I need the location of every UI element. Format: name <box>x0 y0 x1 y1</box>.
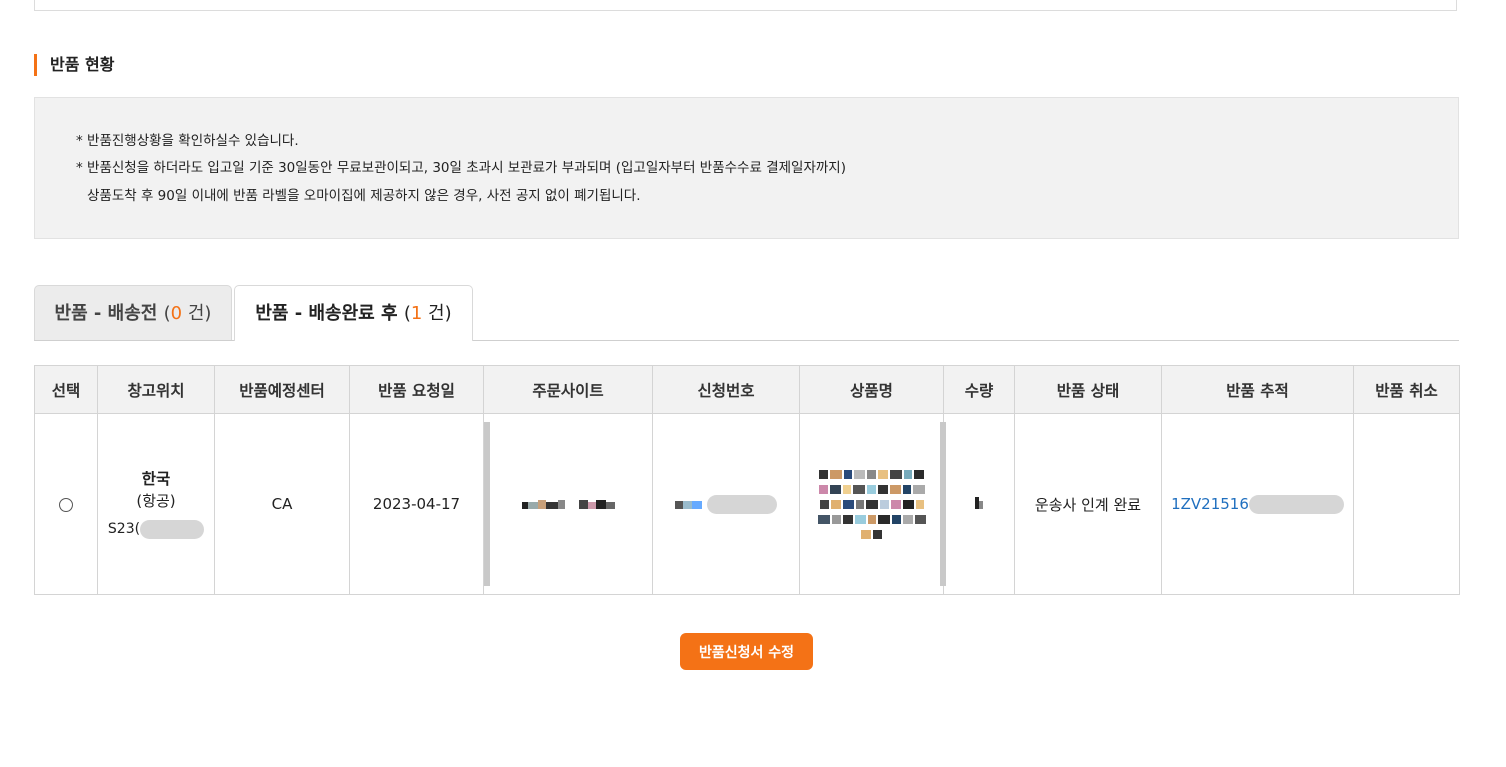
warehouse-country: 한국 <box>141 470 171 488</box>
cell-request-date: 2023-04-17 <box>349 413 484 595</box>
top-panel-edge <box>34 0 1457 11</box>
cell-order-site <box>483 413 653 595</box>
header-return-cancel: 반품 취소 <box>1353 365 1460 414</box>
cell-warehouse: 한국 (항공) S23( <box>97 413 215 595</box>
scroll-edge-bar <box>484 422 490 586</box>
cell-product-name <box>799 413 946 595</box>
header-return-center: 반품예정센터 <box>214 365 350 414</box>
returns-table: 선택 창고위치 반품예정센터 반품 요청일 주문사이트 신청번호 상품명 수량 … <box>34 365 1460 595</box>
header-application-number: 신청번호 <box>652 365 800 414</box>
header-return-tracking: 반품 추적 <box>1161 365 1354 414</box>
cell-return-tracking: 1ZV21516 <box>1161 413 1354 595</box>
return-tabs: 반품 - 배송전 (0 건) 반품 - 배송완료 후 (1 건) <box>34 285 1459 341</box>
warehouse-transport: (항공) <box>136 492 176 510</box>
pixelated-quantity <box>975 495 983 513</box>
header-return-status: 반품 상태 <box>1014 365 1162 414</box>
cell-application-number <box>652 413 800 595</box>
redacted-blur <box>140 519 205 539</box>
header-order-site: 주문사이트 <box>483 365 653 414</box>
pixelated-order-site <box>521 495 615 513</box>
tab-after-delivery[interactable]: 반품 - 배송완료 후 (1 건) <box>234 285 473 341</box>
tab-after-delivery-count: 1 <box>410 303 423 324</box>
cell-center: CA <box>214 413 350 595</box>
cell-return-cancel <box>1353 413 1460 595</box>
table-row: 한국 (항공) S23( CA 2023-04-17 운송사 인계 완료 1ZV… <box>34 413 1460 595</box>
tab-before-shipping-unit: 건) <box>187 303 212 324</box>
cell-return-status: 운송사 인계 완료 <box>1014 413 1162 595</box>
tab-after-delivery-label: 반품 - 배송완료 후 <box>255 303 398 324</box>
header-warehouse: 창고위치 <box>97 365 215 414</box>
tab-before-shipping-count: 0 <box>170 303 183 324</box>
notice-line-2: * 반품신청을 하더라도 입고일 기준 30일동안 무료보관이되고, 30일 초… <box>76 160 846 176</box>
header-quantity: 수량 <box>943 365 1015 414</box>
notice-line-3: 상품도착 후 90일 이내에 반품 라벨을 오마이집에 제공하지 않은 경우, … <box>87 188 641 204</box>
header-product-name: 상품명 <box>799 365 944 414</box>
cell-select <box>34 413 98 595</box>
row-select-radio[interactable] <box>59 497 73 512</box>
section-title: 반품 현황 <box>34 54 114 76</box>
tracking-number: 1ZV21516 <box>1171 495 1249 513</box>
warehouse-code-text: S23( <box>107 521 141 537</box>
notice-box: * 반품진행상황을 확인하실수 있습니다. * 반품신청을 하더라도 입고일 기… <box>34 97 1459 239</box>
tab-after-delivery-paren: ( <box>403 303 411 324</box>
table-header-row: 선택 창고위치 반품예정센터 반품 요청일 주문사이트 신청번호 상품명 수량 … <box>34 365 1460 414</box>
modify-return-form-button[interactable]: 반품신청서 수정 <box>680 633 813 670</box>
redacted-blur <box>1248 494 1344 514</box>
notice-line-1: * 반품진행상황을 확인하실수 있습니다. <box>76 133 299 149</box>
tracking-link[interactable]: 1ZV21516 <box>1171 494 1344 514</box>
tab-before-shipping[interactable]: 반품 - 배송전 (0 건) <box>34 285 232 340</box>
tab-before-shipping-count-wrap: (0 건) <box>164 303 212 324</box>
tab-after-delivery-unit: 건) <box>428 303 452 324</box>
pixelated-product-name <box>817 467 927 542</box>
header-select: 선택 <box>34 365 98 414</box>
cell-quantity <box>943 413 1015 595</box>
tab-after-delivery-count-wrap: (1 건) <box>404 303 452 324</box>
tab-before-shipping-paren: ( <box>163 303 171 324</box>
warehouse-code: S23( <box>107 518 205 540</box>
header-request-date: 반품 요청일 <box>349 365 484 414</box>
tab-before-shipping-label: 반품 - 배송전 <box>54 303 158 324</box>
pixelated-application-number <box>675 495 703 513</box>
redacted-blur <box>706 494 777 514</box>
